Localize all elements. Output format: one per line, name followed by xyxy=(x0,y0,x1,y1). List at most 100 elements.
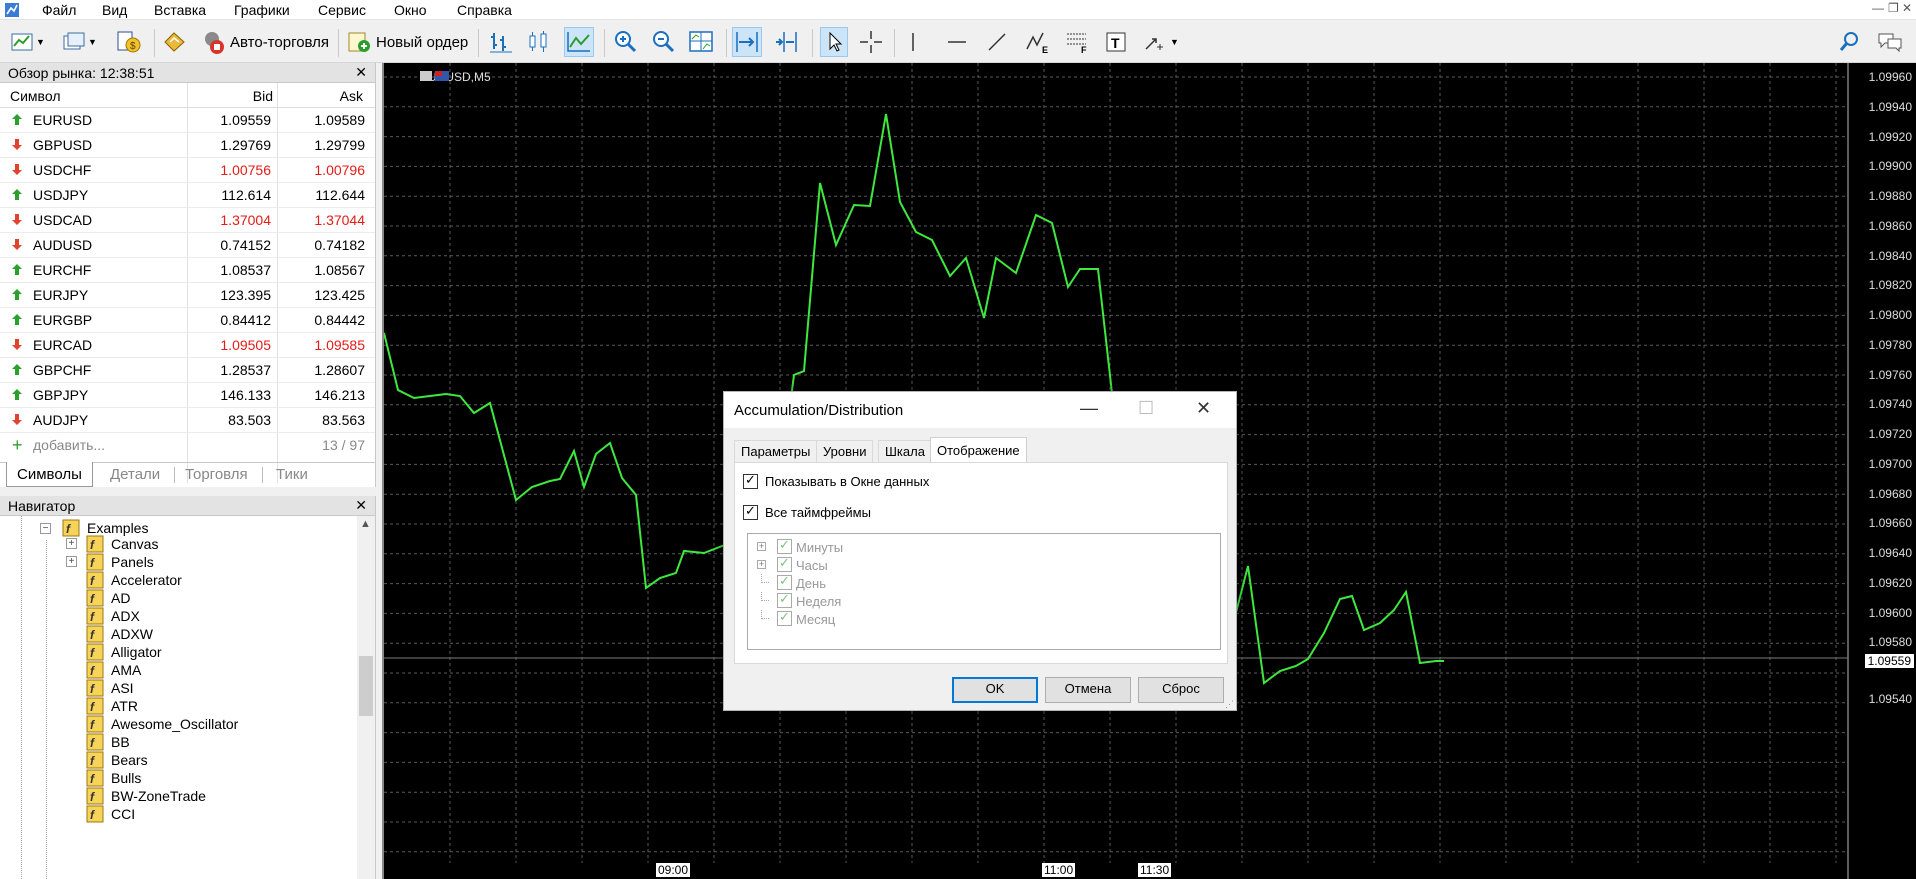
close-icon[interactable]: ✕ xyxy=(1902,1,1912,15)
nav-item[interactable]: f ADX xyxy=(50,607,140,625)
timeframe-item[interactable]: Неделя xyxy=(748,591,1220,610)
close-icon[interactable]: ✕ xyxy=(355,497,367,514)
timeframe-checkbox[interactable] xyxy=(777,573,792,590)
new-order-button[interactable]: Новый ордер xyxy=(346,27,468,57)
column-bid[interactable]: Bid xyxy=(253,88,273,104)
all-timeframes-checkbox[interactable] xyxy=(743,503,758,520)
menu-view[interactable]: Вид xyxy=(100,2,129,18)
nav-item[interactable]: f Awesome_Oscillator xyxy=(50,715,238,733)
table-row[interactable]: EURUSD 1.09559 1.09589 xyxy=(0,108,375,133)
nav-item[interactable]: + f Panels xyxy=(50,553,154,571)
bar-chart-button[interactable] xyxy=(488,27,514,57)
menu-tools[interactable]: Сервис xyxy=(316,2,368,18)
nav-item[interactable]: f ASI xyxy=(50,679,134,697)
column-ask[interactable]: Ask xyxy=(340,88,363,104)
nav-item[interactable]: f Alligator xyxy=(50,643,162,661)
timeframe-item[interactable]: День xyxy=(748,573,1220,592)
table-row[interactable]: USDJPY 112.614 112.644 xyxy=(0,183,375,208)
new-chart-button[interactable]: ▼ xyxy=(10,27,45,57)
add-symbol-row[interactable]: + добавить... 13 / 97 xyxy=(0,433,375,458)
table-row[interactable]: EURCHF 1.08537 1.08567 xyxy=(0,258,375,283)
nav-item[interactable]: f AD xyxy=(50,589,130,607)
tab-trading[interactable]: Торговля xyxy=(185,466,248,483)
tab-display[interactable]: Отображение xyxy=(930,437,1027,463)
table-row[interactable]: AUDUSD 0.74152 0.74182 xyxy=(0,233,375,258)
restore-icon[interactable]: ❐ xyxy=(1888,1,1899,15)
chart-shift-button[interactable] xyxy=(732,27,762,57)
terminal-button[interactable]: $ xyxy=(116,27,142,57)
timeframe-checkbox[interactable] xyxy=(777,591,792,608)
cursor-button[interactable] xyxy=(820,27,848,57)
table-row[interactable]: USDCAD 1.37004 1.37044 xyxy=(0,208,375,233)
nav-item[interactable]: f BB xyxy=(50,733,130,751)
nav-item[interactable]: f ADXW xyxy=(50,625,153,643)
search-button[interactable] xyxy=(1838,27,1862,57)
navigator-scrollbar[interactable]: ▲ xyxy=(357,516,375,879)
line-chart-button[interactable] xyxy=(564,27,594,57)
menu-window[interactable]: Окно xyxy=(392,2,429,18)
zoom-out-button[interactable] xyxy=(650,27,676,57)
menu-charts[interactable]: Графики xyxy=(232,2,292,18)
reset-button[interactable]: Сброс xyxy=(1138,677,1224,703)
elliott-wave-button[interactable]: E xyxy=(1024,27,1052,57)
profiles-button[interactable]: ▼ xyxy=(62,27,97,57)
tab-scale[interactable]: Шкала xyxy=(878,440,932,462)
nav-item[interactable]: f Accelerator xyxy=(50,571,182,589)
timeframe-item[interactable]: + Минуты xyxy=(748,537,1220,556)
nav-item[interactable]: f CCI xyxy=(50,805,135,823)
table-row[interactable]: AUDJPY 83.503 83.563 xyxy=(0,408,375,433)
nav-item[interactable]: f Bears xyxy=(50,751,148,769)
resize-grip-icon[interactable]: ⋰ xyxy=(1225,699,1234,710)
table-row[interactable]: EURCAD 1.09505 1.09585 xyxy=(0,333,375,358)
zoom-in-button[interactable] xyxy=(612,27,638,57)
tab-symbols[interactable]: Символы xyxy=(6,462,93,487)
minimize-icon[interactable]: — xyxy=(1872,1,1884,15)
expand-icon[interactable]: + xyxy=(66,538,77,549)
table-row[interactable]: GBPUSD 1.29769 1.29799 xyxy=(0,133,375,158)
arrows-tool-button[interactable]: ▼ xyxy=(1142,27,1179,57)
close-icon[interactable]: ✕ xyxy=(355,64,367,81)
vertical-line-button[interactable] xyxy=(902,27,924,57)
ok-button[interactable]: OK xyxy=(952,677,1038,703)
tab-ticks[interactable]: Тики xyxy=(276,466,308,483)
nav-item[interactable]: + f Canvas xyxy=(50,535,158,553)
collapse-icon[interactable]: − xyxy=(40,523,51,534)
close-icon[interactable]: ✕ xyxy=(1196,398,1211,419)
table-row[interactable]: USDCHF 1.00756 1.00796 xyxy=(0,158,375,183)
nav-item[interactable]: f Bulls xyxy=(50,769,141,787)
horizontal-line-button[interactable] xyxy=(946,27,968,57)
tab-details[interactable]: Детали xyxy=(110,466,160,483)
nav-item[interactable]: f ATR xyxy=(50,697,138,715)
auto-trading-button[interactable]: Авто-торговля xyxy=(200,27,329,57)
tile-windows-button[interactable] xyxy=(688,27,714,57)
timeframe-checkbox[interactable] xyxy=(777,609,792,626)
tab-levels[interactable]: Уровни xyxy=(816,440,874,462)
autoscroll-button[interactable] xyxy=(772,27,800,57)
scroll-up-icon[interactable]: ▲ xyxy=(360,518,371,530)
metaeditor-button[interactable] xyxy=(162,27,188,57)
text-tool-button[interactable]: T xyxy=(1104,27,1128,57)
candlestick-button[interactable] xyxy=(526,27,552,57)
cancel-button[interactable]: Отмена xyxy=(1045,677,1131,703)
timeframe-checkbox[interactable] xyxy=(777,537,792,554)
timeframe-item[interactable]: Месяц xyxy=(748,609,1220,628)
expand-icon[interactable]: + xyxy=(66,556,77,567)
table-row[interactable]: GBPJPY 146.133 146.213 xyxy=(0,383,375,408)
nav-item[interactable]: f BW-ZoneTrade xyxy=(50,787,206,805)
timeframe-checkbox[interactable] xyxy=(777,555,792,572)
tab-parameters[interactable]: Параметры xyxy=(734,440,818,462)
chat-button[interactable] xyxy=(1876,27,1904,57)
table-row[interactable]: EURGBP 0.84412 0.84442 xyxy=(0,308,375,333)
menu-file[interactable]: Файл xyxy=(40,2,78,18)
minimize-icon[interactable]: — xyxy=(1080,398,1098,419)
crosshair-button[interactable] xyxy=(858,27,884,57)
table-row[interactable]: GBPCHF 1.28537 1.28607 xyxy=(0,358,375,383)
show-in-data-window-checkbox[interactable] xyxy=(743,472,758,489)
fibonacci-button[interactable]: F xyxy=(1064,27,1092,57)
scroll-thumb[interactable] xyxy=(359,656,373,716)
menu-insert[interactable]: Вставка xyxy=(152,2,208,18)
expand-icon[interactable]: + xyxy=(757,560,766,569)
expand-icon[interactable]: + xyxy=(757,542,766,551)
menu-help[interactable]: Справка xyxy=(455,2,514,18)
nav-item[interactable]: f AMA xyxy=(50,661,141,679)
